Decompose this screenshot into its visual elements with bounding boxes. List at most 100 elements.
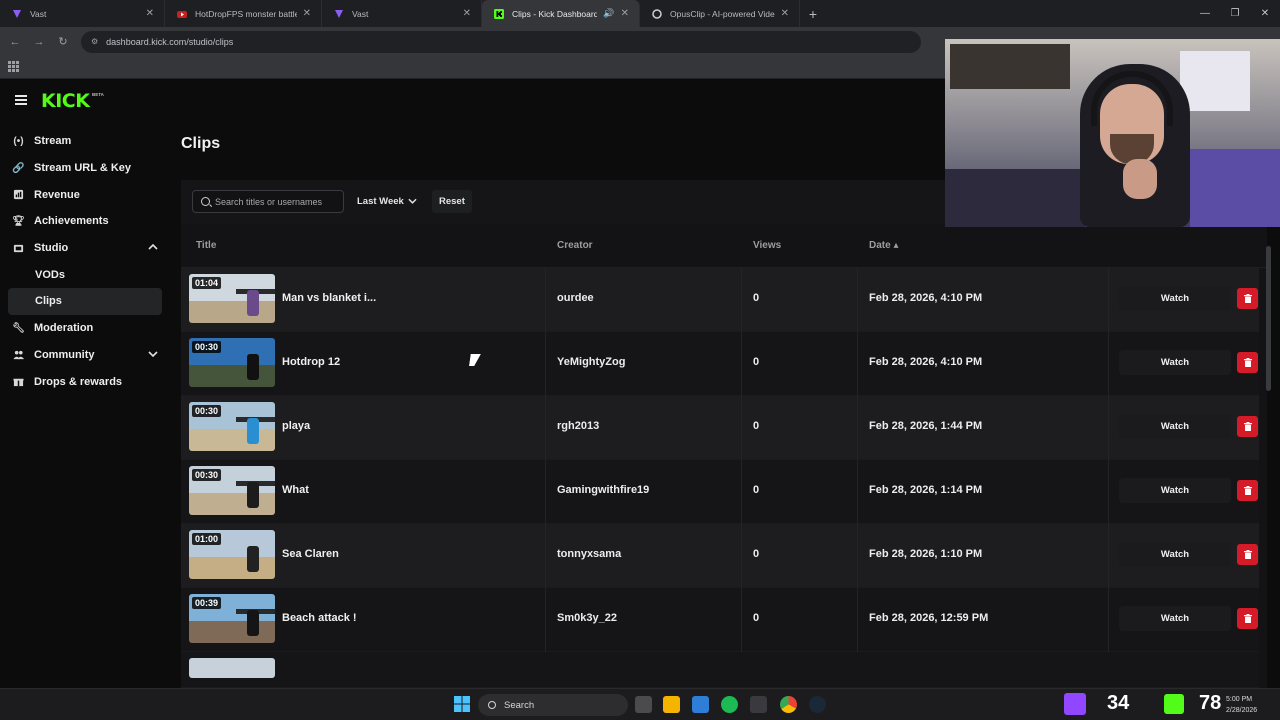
- column-header-title[interactable]: Title: [196, 240, 216, 251]
- sidebar-item-stream-url-key[interactable]: 🔗 Stream URL & Key: [0, 155, 170, 182]
- tab-title: Clips - Kick Dashboard: [512, 8, 598, 19]
- browser-tab[interactable]: HotDropFPS monster battle sty ✕: [165, 0, 322, 27]
- maximize-icon[interactable]: ❐: [1220, 0, 1250, 27]
- table-row[interactable]: 01:00 Sea Claren tonnyxsama 0 Feb 28, 2026, …: [181, 524, 1259, 588]
- delete-button[interactable]: [1237, 416, 1258, 437]
- sidebar-item-studio[interactable]: Studio: [0, 235, 170, 262]
- close-window-icon[interactable]: ✕: [1250, 0, 1280, 27]
- table-row[interactable]: 00:39 Beach attack ! Sm0k3y_22 0 Feb 28, 202…: [181, 588, 1259, 652]
- wrench-icon: 🔧︎: [12, 322, 25, 334]
- close-tab-icon[interactable]: ✕: [621, 8, 629, 19]
- clip-thumbnail[interactable]: 00:30: [189, 338, 275, 387]
- kick-icon[interactable]: [1164, 694, 1184, 714]
- delete-button[interactable]: [1237, 288, 1258, 309]
- chevron-down-icon[interactable]: [148, 349, 158, 359]
- forward-icon[interactable]: →: [27, 36, 51, 48]
- sidebar-item-clips[interactable]: Clips: [8, 288, 162, 315]
- clip-creator[interactable]: Sm0k3y_22: [557, 612, 617, 624]
- clip-thumbnail[interactable]: 00:30: [189, 402, 275, 451]
- column-header-creator[interactable]: Creator: [557, 240, 593, 251]
- table-row[interactable]: 00:30 Hotdrop 12 YeMightyZog 0 Feb 28, 2026,…: [181, 332, 1259, 396]
- sidebar-item-community[interactable]: Community: [0, 342, 170, 369]
- steam-icon[interactable]: [809, 696, 826, 713]
- delete-button[interactable]: [1237, 352, 1258, 373]
- clip-duration: 00:30: [192, 469, 222, 481]
- delete-button[interactable]: [1237, 608, 1258, 629]
- clip-title[interactable]: What: [282, 484, 309, 496]
- clip-title[interactable]: Man vs blanket i...: [282, 292, 376, 304]
- clip-thumbnail[interactable]: 00:30: [189, 466, 275, 515]
- site-info-icon[interactable]: ⚙: [91, 37, 98, 46]
- clip-title[interactable]: Hotdrop 12: [282, 356, 340, 368]
- chrome-icon[interactable]: [780, 696, 797, 713]
- sidebar-item-moderation[interactable]: 🔧︎ Moderation: [0, 315, 170, 342]
- watch-button[interactable]: Watch: [1119, 350, 1231, 375]
- chevron-up-icon[interactable]: [148, 242, 158, 252]
- scrollbar[interactable]: [1266, 246, 1271, 391]
- clip-title[interactable]: Sea Claren: [282, 548, 339, 560]
- taskbar-clock[interactable]: 5:00 PM 2/28/2026: [1226, 694, 1257, 716]
- close-tab-icon[interactable]: ✕: [146, 8, 154, 19]
- watch-button[interactable]: Watch: [1119, 414, 1231, 439]
- speaker-icon[interactable]: 🔊: [603, 8, 614, 19]
- clock-time: 5:00 PM: [1226, 696, 1253, 703]
- clip-thumbnail[interactable]: 01:00: [189, 530, 275, 579]
- browser-tab[interactable]: Vast ✕: [322, 0, 482, 27]
- close-tab-icon[interactable]: ✕: [463, 8, 471, 19]
- date-range-dropdown[interactable]: Last Week: [351, 190, 423, 213]
- close-tab-icon[interactable]: ✕: [781, 8, 789, 19]
- clip-thumbnail[interactable]: 01:04: [189, 274, 275, 323]
- reset-button[interactable]: Reset: [432, 190, 472, 213]
- table-row[interactable]: 01:04 Man vs blanket i... ourdee 0 Feb 28, 2…: [181, 268, 1259, 332]
- file-explorer-icon[interactable]: [663, 696, 680, 713]
- spotify-icon[interactable]: [721, 696, 738, 713]
- notepad-icon[interactable]: [692, 696, 709, 713]
- browser-tab[interactable]: OpusClip - AI-powered Video R ✕: [640, 0, 800, 27]
- watch-button[interactable]: Watch: [1119, 478, 1231, 503]
- clip-title[interactable]: playa: [282, 420, 310, 432]
- minimize-icon[interactable]: —: [1190, 0, 1220, 27]
- delete-button[interactable]: [1237, 480, 1258, 501]
- url-field[interactable]: ⚙ dashboard.kick.com/studio/clips: [81, 30, 921, 53]
- reload-icon[interactable]: ↻: [51, 35, 75, 48]
- close-tab-icon[interactable]: ✕: [303, 8, 311, 19]
- clip-thumbnail[interactable]: 00:39: [189, 594, 275, 643]
- clip-creator[interactable]: YeMightyZog: [557, 356, 625, 368]
- table-row[interactable]: 00:30 What Gamingwithfire19 0 Feb 28, 2026, …: [181, 460, 1259, 524]
- browser-tab[interactable]: Vast ✕: [0, 0, 165, 27]
- back-icon[interactable]: ←: [3, 36, 27, 48]
- watch-button[interactable]: Watch: [1119, 286, 1231, 311]
- table-row-partial[interactable]: [181, 652, 1259, 688]
- hud-fx-icon[interactable]: [750, 696, 767, 713]
- clip-thumbnail[interactable]: [189, 658, 275, 678]
- clip-creator[interactable]: rgh2013: [557, 420, 599, 432]
- menu-icon[interactable]: [15, 95, 27, 105]
- clip-creator[interactable]: Gamingwithfire19: [557, 484, 649, 496]
- search-box[interactable]: [192, 190, 344, 213]
- trash-icon: [1243, 358, 1252, 367]
- task-view-icon[interactable]: [635, 696, 652, 713]
- sidebar-item-achievements[interactable]: 🏆︎ Achievements: [0, 208, 170, 235]
- clip-title[interactable]: Beach attack !: [282, 612, 357, 624]
- browser-tab-active[interactable]: Clips - Kick Dashboard 🔊 ✕: [482, 0, 640, 27]
- sidebar-item-vods[interactable]: VODs: [8, 261, 162, 288]
- delete-button[interactable]: [1237, 544, 1258, 565]
- clip-creator[interactable]: tonnyxsama: [557, 548, 621, 560]
- table-row[interactable]: 00:30 playa rgh2013 0 Feb 28, 2026, 1:44 PM W…: [181, 396, 1259, 460]
- apps-grid-icon[interactable]: [8, 61, 19, 72]
- search-input[interactable]: [215, 196, 340, 207]
- sidebar-item-stream[interactable]: (•) Stream: [0, 128, 170, 155]
- sidebar-item-drops-rewards[interactable]: Drops & rewards: [0, 368, 170, 395]
- watch-button[interactable]: Watch: [1119, 542, 1231, 567]
- watch-button[interactable]: Watch: [1119, 606, 1231, 631]
- new-tab-button[interactable]: +: [800, 0, 826, 27]
- twitch-icon[interactable]: [1064, 693, 1086, 715]
- sidebar-item-revenue[interactable]: Revenue: [0, 181, 170, 208]
- taskbar-search[interactable]: Search: [478, 694, 628, 716]
- windows-start-icon[interactable]: [454, 696, 471, 713]
- clip-creator[interactable]: ourdee: [557, 292, 594, 304]
- column-header-views[interactable]: Views: [753, 240, 781, 251]
- kick-logo[interactable]: KICK: [41, 90, 90, 112]
- sidebar-item-label: Revenue: [34, 188, 80, 201]
- column-header-date[interactable]: Date ▴: [869, 240, 899, 251]
